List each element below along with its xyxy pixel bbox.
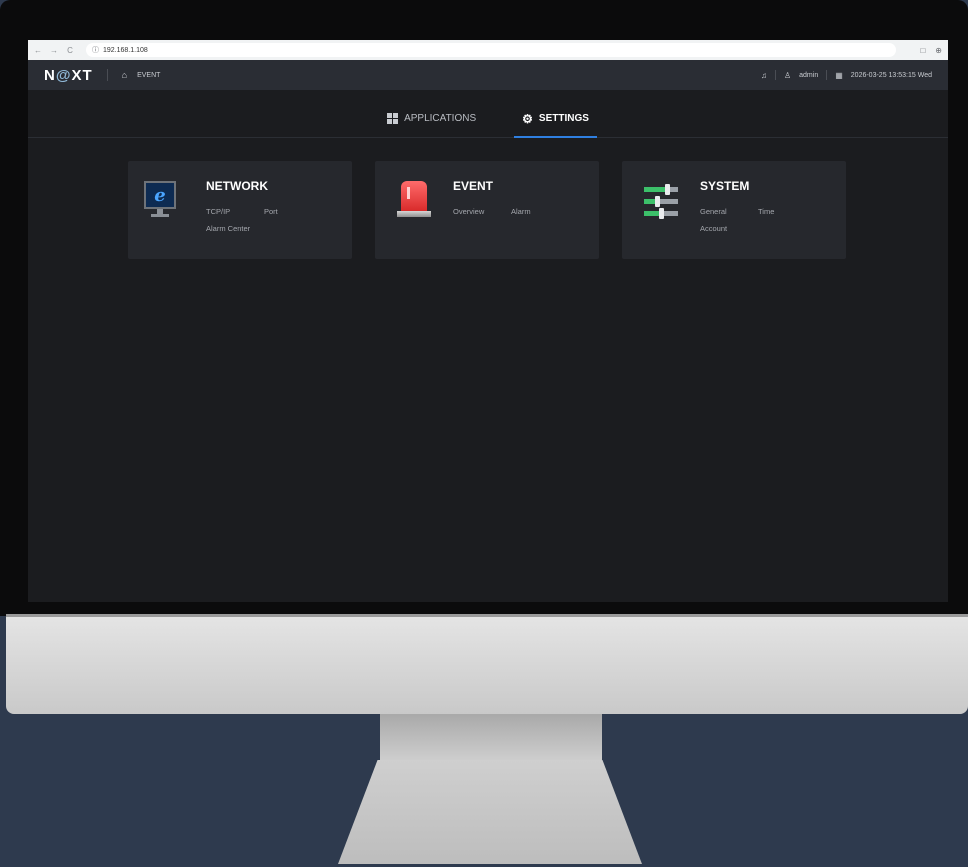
link-alarm[interactable]: Alarm xyxy=(511,207,571,216)
link-alarm-center[interactable]: Alarm Center xyxy=(206,224,264,233)
monitor-stand xyxy=(338,760,642,864)
monitor-neck xyxy=(380,714,602,762)
link-overview[interactable]: Overview xyxy=(453,207,511,216)
header-divider xyxy=(106,69,108,81)
network-monitor-icon: e xyxy=(144,181,176,225)
network-card[interactable]: e NETWORK TCP/IP Port Alarm Center xyxy=(128,161,352,259)
grid-icon xyxy=(387,113,399,124)
main-tabs: APPLICATIONS ⚙ SETTINGS xyxy=(28,100,948,138)
event-card[interactable]: EVENT Overview Alarm xyxy=(375,161,599,259)
card-title: SYSTEM xyxy=(700,179,750,193)
forward-arrow-icon[interactable]: → xyxy=(50,46,58,55)
reload-icon[interactable]: C xyxy=(66,46,74,55)
datetime: 2026-03-25 13:53:15 Wed xyxy=(850,71,932,79)
logo-letter: N xyxy=(44,66,56,84)
link-general[interactable]: General xyxy=(700,207,758,216)
card-title: NETWORK xyxy=(206,179,268,193)
header-right: ♫ ♙ admin ▦ 2026-03-25 13:53:15 Wed xyxy=(761,70,932,80)
card-links: TCP/IP Port Alarm Center xyxy=(206,207,346,233)
system-card[interactable]: SYSTEM General Time Account xyxy=(622,161,846,259)
address-bar[interactable]: ⓘ 192.168.1.108 xyxy=(86,43,896,57)
logo-globe: @ xyxy=(55,66,72,84)
link-tcpip[interactable]: TCP/IP xyxy=(206,207,264,216)
alarm-bell-icon[interactable]: ♫ xyxy=(761,71,767,80)
link-time[interactable]: Time xyxy=(758,207,818,216)
logo: N@XT xyxy=(44,67,93,84)
app-header: N@XT ⌂ EVENT ♫ ♙ admin ▦ 2026-03-25 13:5… xyxy=(28,60,948,90)
gear-icon: ⚙ xyxy=(522,111,533,126)
url-text: 192.168.1.108 xyxy=(103,46,148,54)
breadcrumb[interactable]: EVENT xyxy=(137,72,160,79)
calendar-icon: ▦ xyxy=(835,70,843,80)
home-icon[interactable]: ⌂ xyxy=(122,70,127,80)
username[interactable]: admin xyxy=(799,72,818,79)
back-arrow-icon[interactable]: ← xyxy=(34,46,42,55)
link-port[interactable]: Port xyxy=(264,207,324,216)
logo-letters: XT xyxy=(71,66,93,84)
header-divider xyxy=(774,70,776,80)
browser-toolbar: ← → C ⓘ 192.168.1.108 □ ⊕ xyxy=(28,40,948,60)
card-links: General Time Account xyxy=(700,207,840,233)
monitor-chin xyxy=(6,614,968,714)
card-links: Overview Alarm xyxy=(453,207,593,216)
user-icon: ♙ xyxy=(783,70,792,80)
tab-settings[interactable]: ⚙ SETTINGS xyxy=(514,100,597,138)
monitor-screen: ← → C ⓘ 192.168.1.108 □ ⊕ N@XT ⌂ EVENT ♫… xyxy=(28,40,948,602)
alarm-light-icon xyxy=(397,181,431,225)
tab-label: SETTINGS xyxy=(538,113,589,124)
header-divider xyxy=(826,70,828,80)
extension-icon[interactable]: □ xyxy=(920,46,925,55)
link-account[interactable]: Account xyxy=(700,224,758,233)
sliders-icon xyxy=(644,184,678,231)
tab-applications[interactable]: APPLICATIONS xyxy=(379,100,484,138)
site-info-icon[interactable]: ⓘ xyxy=(92,45,99,55)
share-icon[interactable]: ⊕ xyxy=(935,46,942,55)
browser-actions: □ ⊕ xyxy=(920,46,942,55)
card-title: EVENT xyxy=(453,179,494,193)
tab-label: APPLICATIONS xyxy=(404,113,477,124)
